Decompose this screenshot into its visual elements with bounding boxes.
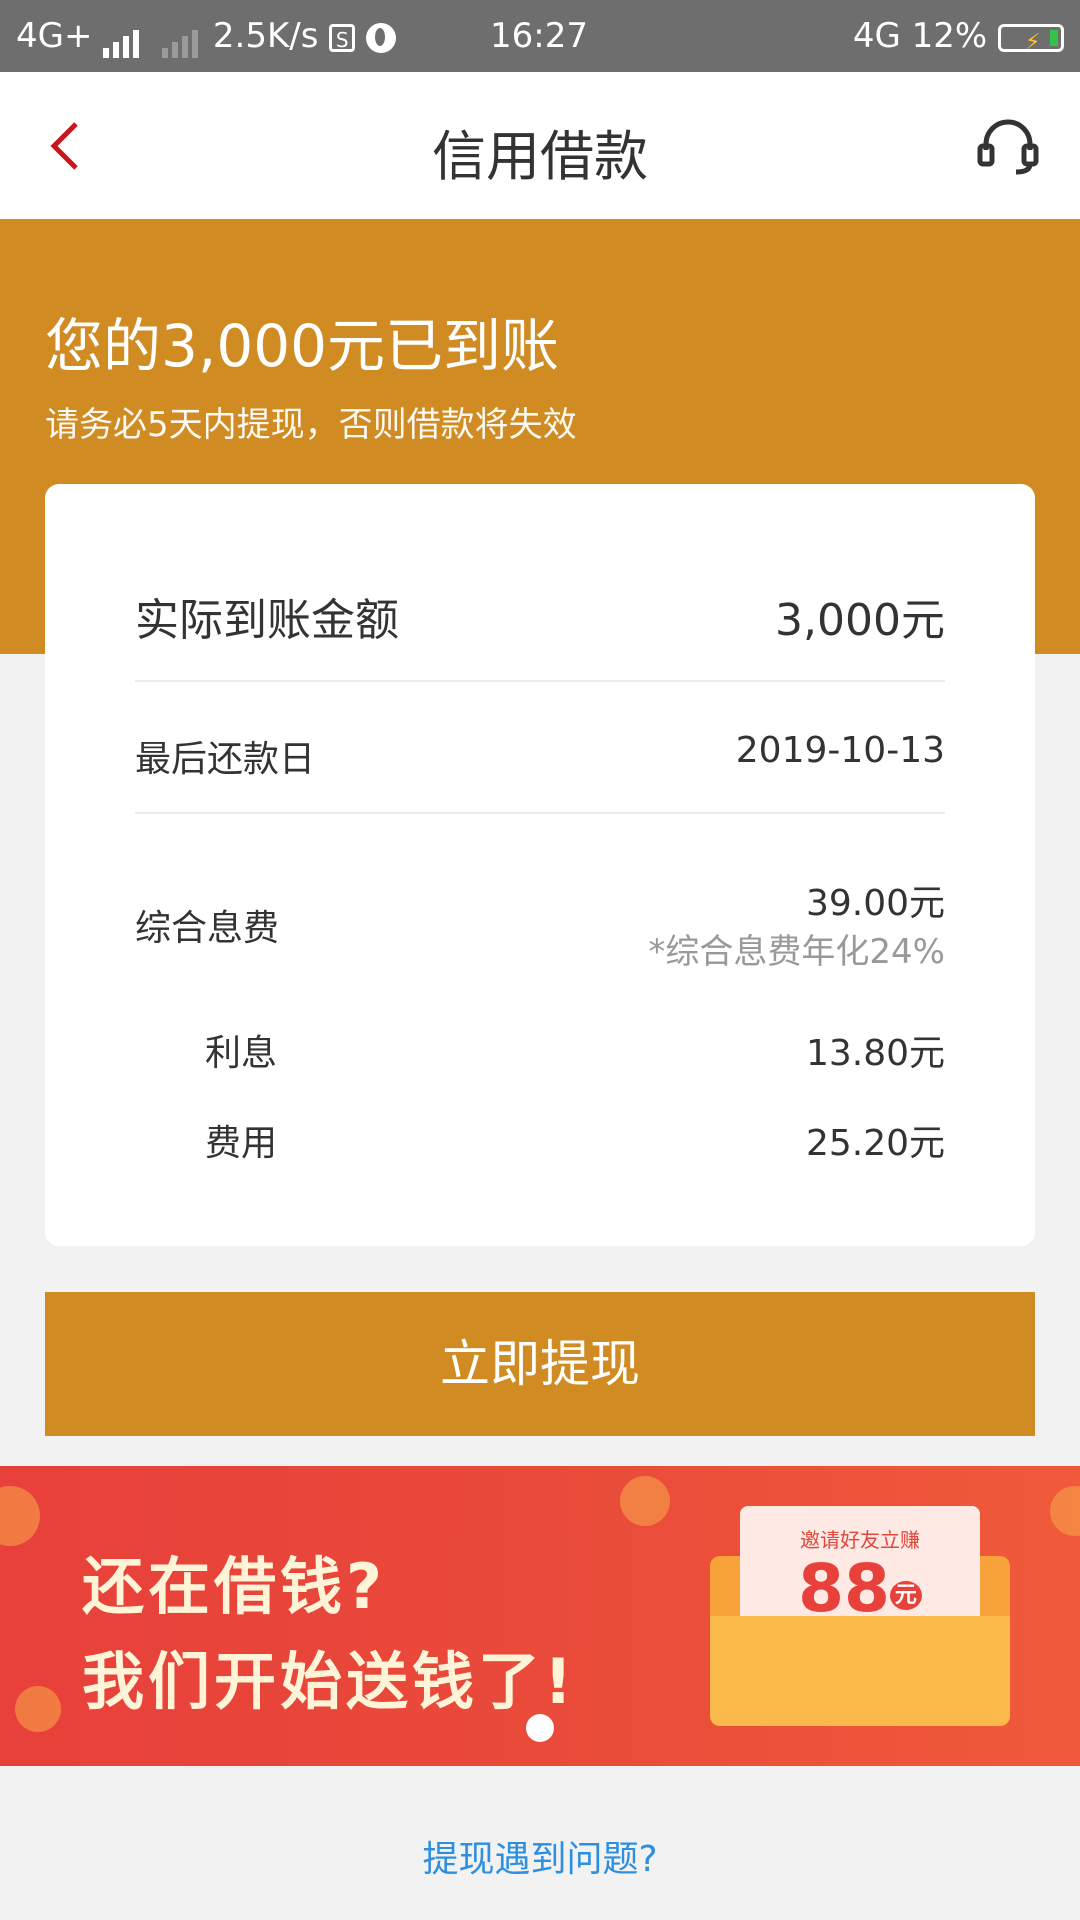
headset-icon[interactable] — [976, 114, 1040, 178]
divider — [135, 812, 945, 814]
actual-amount-label: 实际到账金额 — [135, 595, 399, 646]
status-right: 4G 12% ⚡ — [853, 16, 1064, 56]
banner-line-2: 我们开始送钱了! — [82, 1645, 577, 1718]
fee-note: *综合息费年化24% — [648, 932, 945, 972]
divider — [135, 680, 945, 682]
banner-line-1: 还在借钱? — [82, 1550, 386, 1623]
coin-decoration — [15, 1686, 61, 1732]
page-title: 信用借款 — [432, 125, 648, 188]
charge-value: 25.20元 — [805, 1123, 945, 1164]
interest-label: 利息 — [205, 1033, 278, 1074]
status-left: 4G+ 2.5K/s S — [16, 16, 397, 58]
network-speed: 2.5K/s — [212, 16, 319, 56]
loan-detail-card: 实际到账金额 3,000元 最后还款日 2019-10-13 综合息费 39.0… — [45, 484, 1035, 1246]
interest-value: 13.80元 — [805, 1033, 945, 1074]
withdraw-help-link[interactable]: 提现遇到问题? — [0, 1830, 1080, 1882]
reward-unit: 元 — [889, 1580, 922, 1610]
s-icon: S — [329, 23, 356, 52]
network-type-right: 4G — [852, 16, 901, 56]
charge-label: 费用 — [205, 1123, 278, 1164]
invite-text: 邀请好友立赚 — [800, 1528, 920, 1552]
coin-decoration — [1050, 1486, 1080, 1536]
withdraw-button[interactable]: 立即提现 — [45, 1292, 1035, 1436]
hero-subtitle: 请务必5天内提现，否则借款将失效 — [45, 405, 577, 445]
hero-title: 您的3,000元已到账 — [45, 312, 560, 380]
signal-icon — [103, 18, 143, 58]
carousel-indicator[interactable] — [526, 1714, 554, 1742]
globe-icon — [366, 22, 397, 53]
status-bar: 4G+ 2.5K/s S 16:27 4G 12% ⚡ — [0, 0, 1080, 72]
charging-icon: ⚡ — [1025, 29, 1041, 55]
promo-banner[interactable]: 还在借钱? 我们开始送钱了! 邀请好友立赚 88 元 — [0, 1466, 1080, 1766]
coin-decoration — [0, 1486, 40, 1546]
fee-value: 39.00元 — [805, 883, 945, 924]
nav-bar: 信用借款 — [0, 72, 1080, 219]
fee-label: 综合息费 — [135, 908, 280, 949]
battery-icon: ⚡ — [998, 23, 1064, 55]
due-date-value: 2019-10-13 — [735, 730, 945, 771]
red-envelope-image: 邀请好友立赚 88 元 — [700, 1506, 1020, 1736]
signal-2-icon — [162, 18, 202, 58]
due-date-label: 最后还款日 — [135, 739, 316, 780]
actual-amount-value: 3,000元 — [775, 595, 945, 646]
coin-decoration — [620, 1476, 670, 1526]
network-type: 4G+ — [16, 16, 93, 56]
battery-percent: 12% — [911, 16, 988, 56]
status-time: 16:27 — [490, 16, 588, 56]
